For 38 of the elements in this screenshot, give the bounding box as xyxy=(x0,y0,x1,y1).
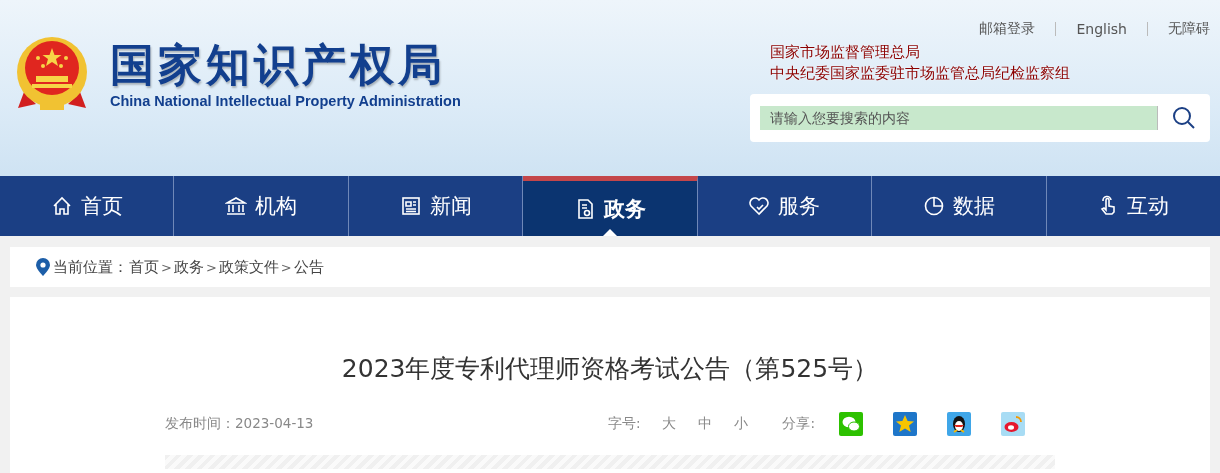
news-icon xyxy=(399,195,422,217)
article-title: 2023年度专利代理师资格考试公告（第525号） xyxy=(340,353,880,385)
site-subtitle: China National Intellectual Property Administration xyxy=(110,93,461,110)
bank-icon xyxy=(225,195,248,217)
weibo-icon[interactable] xyxy=(1001,412,1025,436)
top-link[interactable]: 邮箱登录 xyxy=(979,20,1036,38)
site-title: 国家知识产权局 xyxy=(110,40,447,90)
breadcrumb-link[interactable]: 政策文件 xyxy=(218,257,279,277)
top-link[interactable]: 无障碍 xyxy=(1168,20,1210,38)
breadcrumb-link[interactable]: 公告 xyxy=(293,257,324,277)
nav-tab[interactable]: 互动 xyxy=(1046,176,1220,236)
font-size-option[interactable]: 大 xyxy=(662,415,677,433)
breadcrumb-separator: > xyxy=(161,259,172,275)
heart-icon xyxy=(748,195,771,217)
font-size-option[interactable]: 中 xyxy=(698,415,713,433)
search-icon xyxy=(1172,106,1196,130)
font-size-option[interactable]: 小 xyxy=(734,415,749,433)
pie-icon xyxy=(922,195,945,217)
nav-tab[interactable]: 机构 xyxy=(174,176,349,236)
nav-tab[interactable]: 数据 xyxy=(872,176,1047,236)
nav-tab[interactable]: 服务 xyxy=(697,176,873,236)
penguin-icon[interactable] xyxy=(947,412,971,436)
breadcrumb-separator: > xyxy=(205,259,217,275)
publish-date: 发布时间：2023-04-13 xyxy=(165,415,314,433)
nav-tab[interactable]: 首页 xyxy=(0,176,175,236)
breadcrumb-link[interactable]: 首页 xyxy=(129,257,159,277)
affiliation-link[interactable]: 中央纪委国家监委驻市场监管总局纪检监察组 xyxy=(770,63,1210,84)
search-field[interactable]: 请输入您要搜索的内容 xyxy=(760,106,1158,130)
location-pin-icon xyxy=(36,258,50,276)
breadcrumb-label: 当前位置： xyxy=(53,257,128,277)
breadcrumb-link[interactable]: 政务 xyxy=(173,257,204,277)
nav-tab[interactable]: 政务 xyxy=(523,176,698,236)
breadcrumb-separator: > xyxy=(280,259,292,275)
top-link[interactable]: English xyxy=(1076,21,1127,37)
wechat-icon[interactable] xyxy=(839,412,863,436)
affiliation-link[interactable]: 国家市场监督管理总局 xyxy=(770,42,1210,63)
font-size-label: 字号: xyxy=(607,415,641,433)
share-label: 分享: xyxy=(782,415,815,433)
